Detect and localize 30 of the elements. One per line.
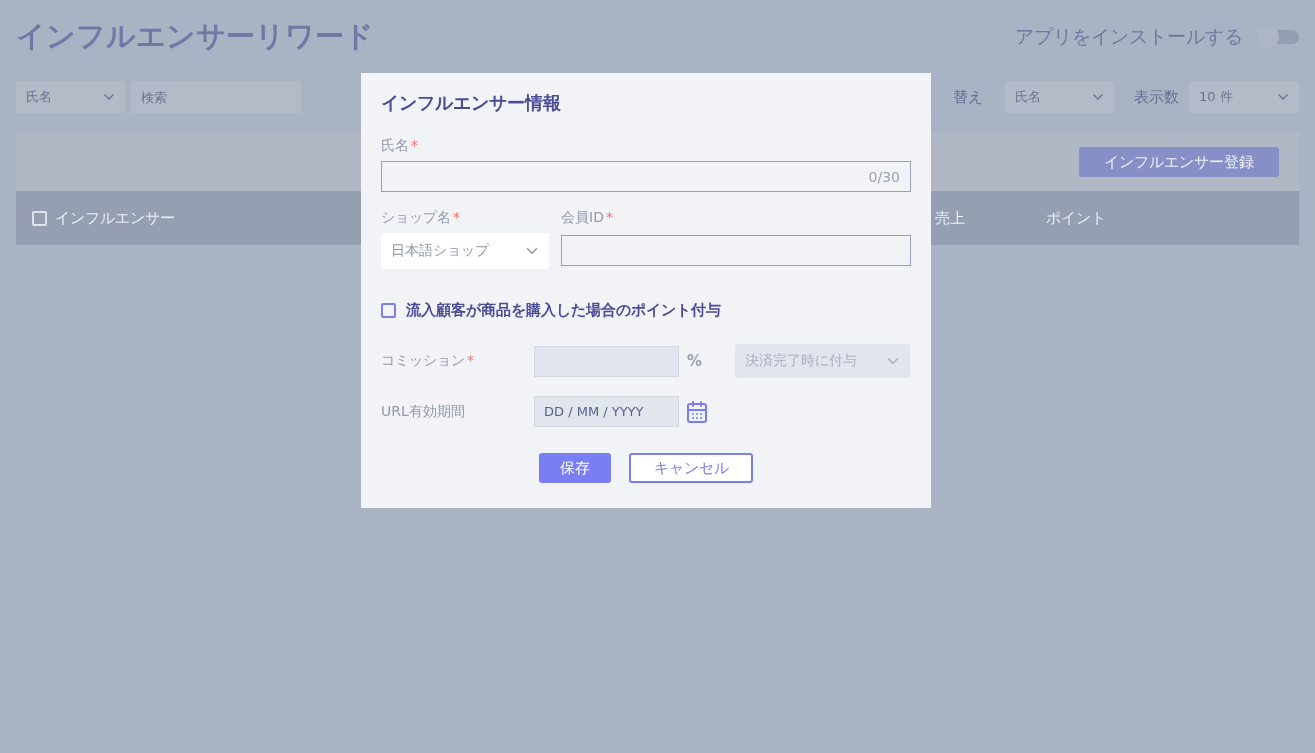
column-header: インフルエンサー [55,208,175,228]
shop-label: ショップ名* [381,209,461,227]
sort-select[interactable]: 氏名 [1005,81,1114,113]
date-field[interactable]: DD / MM / YYYY [534,396,679,427]
sort-label: 替え [953,87,983,107]
checkbox-label: 流入顧客が商品を購入した場合のポイント付与 [406,301,721,320]
search-field[interactable]: 検索 [131,81,301,113]
count-select[interactable]: 10 件 [1189,81,1299,113]
register-button[interactable]: インフルエンサー登録 [1079,147,1279,177]
commission-label: コミッション* [381,352,475,370]
save-button[interactable]: 保存 [539,453,611,483]
shop-select[interactable]: 日本語ショップ [381,233,549,269]
member-id-field[interactable] [561,235,911,266]
count-label: 表示数 [1134,87,1179,107]
commission-field[interactable] [534,345,679,377]
char-counter: 0/30 [868,168,900,185]
dialog-title: インフルエンサー情報 [381,91,562,115]
url-period-label: URL有効期間 [381,402,466,421]
column-header: 売上 [935,208,965,228]
page-title: インフルエンサーリワード [16,18,374,55]
cancel-button[interactable]: キャンセル [629,453,753,483]
column-header: ポイント [1046,208,1106,228]
checkbox[interactable] [381,303,396,318]
member-id-label: 会員ID* [561,209,614,227]
install-label: アプリをインストールする [1015,24,1243,49]
name-field[interactable]: 0/30 [381,161,911,192]
field-select[interactable]: 氏名 [16,81,125,113]
unit-label: % [686,352,704,370]
name-label: 氏名* [381,137,419,155]
calendar-icon[interactable] [685,399,709,424]
